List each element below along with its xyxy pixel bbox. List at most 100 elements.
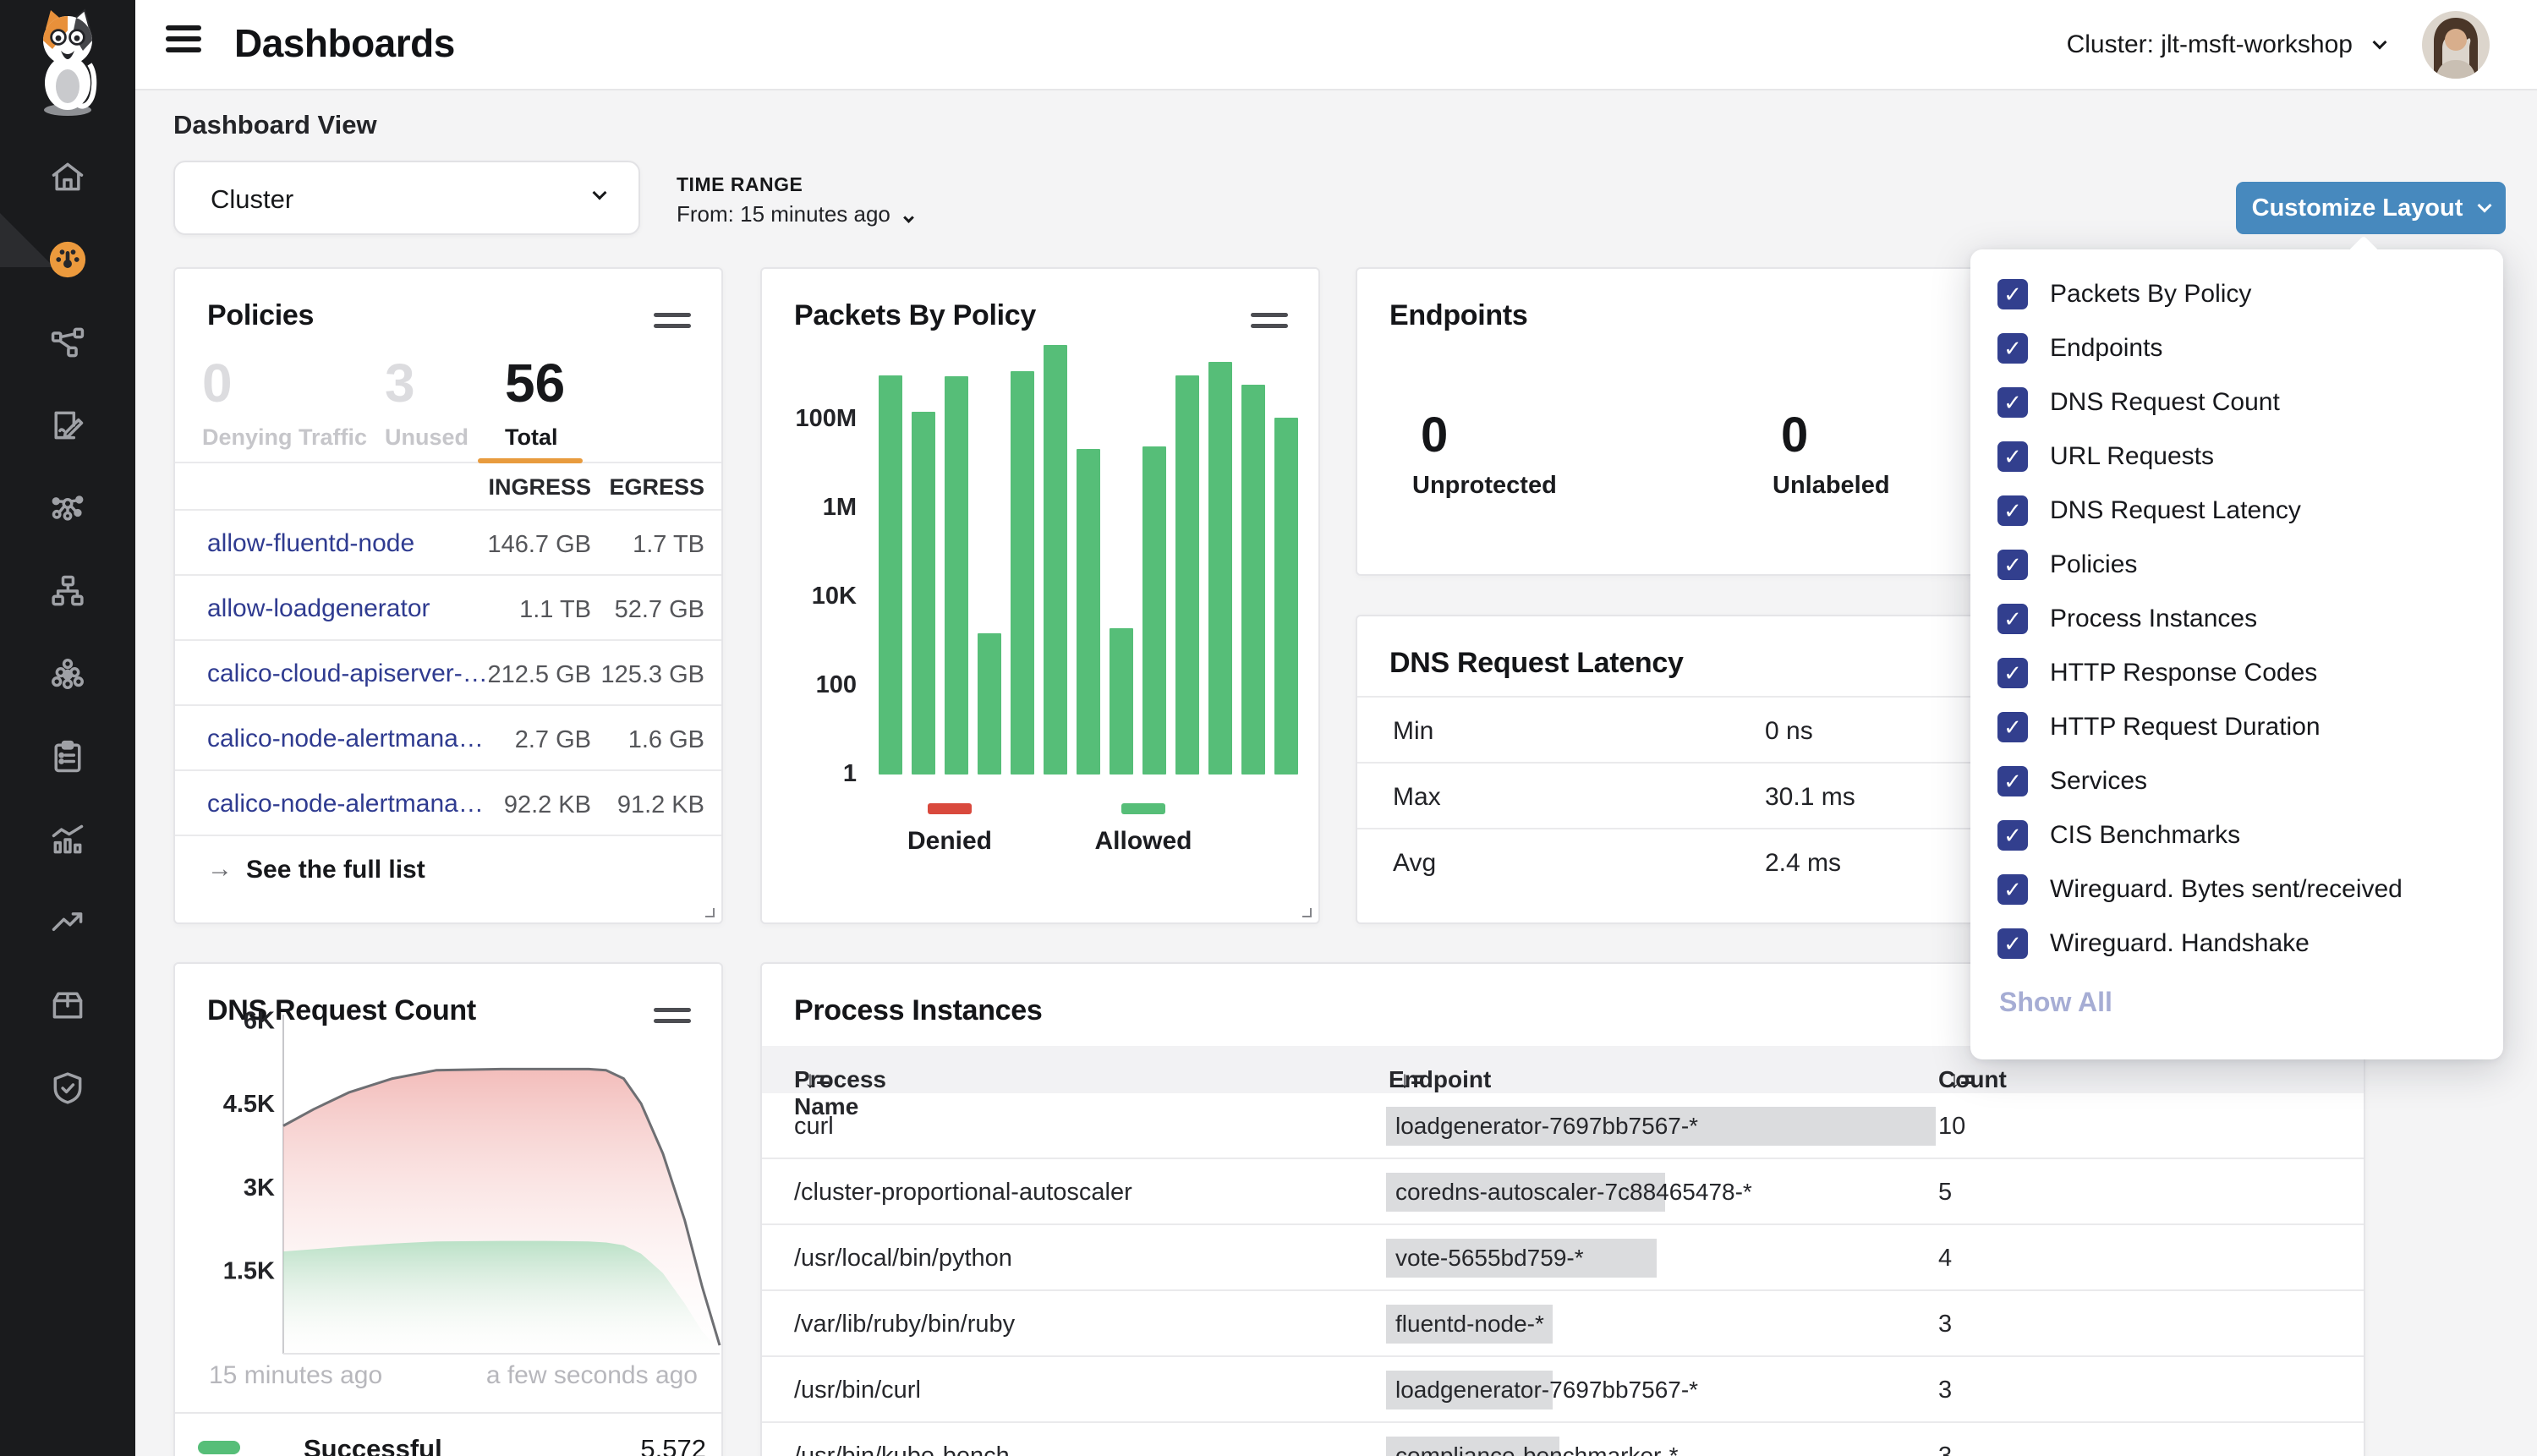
checkbox-checked-icon[interactable]: ✓ xyxy=(1997,495,2028,526)
count-cell: 10 xyxy=(1938,1113,1965,1141)
customize-menu-item-label: DNS Request Count xyxy=(2050,388,2280,417)
tiers-hierarchy-icon xyxy=(49,572,86,610)
see-full-list-link[interactable]: → See the full list xyxy=(175,835,721,900)
customize-menu-item[interactable]: ✓Services xyxy=(1970,754,2503,808)
stat-value: 56 xyxy=(505,353,565,413)
x-axis-label-end: a few seconds ago xyxy=(486,1361,698,1390)
sidebar-item-tiers[interactable] xyxy=(48,572,87,610)
arrow-right-icon: → xyxy=(207,855,233,884)
packets-bar xyxy=(1241,385,1265,775)
column-header-ingress[interactable]: INGRESS xyxy=(488,474,591,501)
stat-unprotected: 0 Unprotected xyxy=(1412,409,1557,500)
avatar-photo xyxy=(2422,11,2490,79)
sidebar-item-compliance[interactable] xyxy=(48,737,87,776)
customize-menu-item[interactable]: ✓Endpoints xyxy=(1970,321,2503,375)
resize-handle-icon[interactable] xyxy=(1296,902,1312,917)
checkbox-checked-icon[interactable]: ✓ xyxy=(1997,820,2028,851)
stat-tab-unused[interactable]: 3 Unused xyxy=(385,353,468,451)
policy-name-link[interactable]: allow-fluentd-node xyxy=(207,529,414,558)
checkbox-checked-icon[interactable]: ✓ xyxy=(1997,928,2028,959)
customize-menu-item[interactable]: ✓Policies xyxy=(1970,538,2503,592)
sidebar-item-statistics[interactable] xyxy=(48,820,87,859)
menu-hamburger-icon[interactable] xyxy=(166,25,201,59)
time-range-select[interactable]: From: 15 minutes ago xyxy=(677,201,912,227)
trend-arrow-icon xyxy=(49,904,86,941)
sidebar-item-policies[interactable] xyxy=(48,406,87,445)
latency-label: Min xyxy=(1393,717,1433,746)
packets-bar xyxy=(879,375,902,775)
policy-name-link[interactable]: calico-node-alertmana… xyxy=(207,725,484,753)
customize-menu-item[interactable]: ✓HTTP Response Codes xyxy=(1970,646,2503,700)
customize-menu-item[interactable]: ✓ DNS Request Count xyxy=(1970,375,2503,430)
policy-name-link[interactable]: calico-cloud-apiserver-… xyxy=(207,660,488,688)
checkbox-checked-icon[interactable]: ✓ xyxy=(1997,550,2028,580)
dns-legend-label: Successful xyxy=(304,1434,442,1456)
column-header-egress[interactable]: EGRESS xyxy=(609,474,704,501)
checkbox-checked-icon[interactable]: ✓ xyxy=(1997,712,2028,742)
network-molecule-icon xyxy=(49,490,86,527)
sidebar-item-manage[interactable] xyxy=(48,986,87,1025)
drag-handle-icon[interactable] xyxy=(654,313,691,335)
endpoints-cluster-icon xyxy=(49,655,86,692)
y-axis-tick-label: 1 xyxy=(762,760,857,789)
checkbox-checked-icon[interactable]: ✓ xyxy=(1997,766,2028,796)
policy-table-row: allow-fluentd-node146.7 GB1.7 TB xyxy=(175,509,721,574)
count-cell: 4 xyxy=(1938,1245,1952,1273)
customize-menu-item[interactable]: ✓Process Instances xyxy=(1970,592,2503,646)
policy-name-link[interactable]: calico-node-alertmana… xyxy=(207,790,484,818)
sidebar-item-home[interactable] xyxy=(48,157,87,196)
customize-menu-item[interactable]: ✓Wireguard. Bytes sent/received xyxy=(1970,862,2503,917)
stat-value: 0 xyxy=(1421,409,1557,462)
card-title: Policies xyxy=(207,299,314,332)
sidebar-item-dashboards[interactable] xyxy=(48,240,87,279)
policies-card: Policies 0 Denying Traffic 3 Unused 56 T… xyxy=(173,267,723,924)
dashboard-gauge-icon xyxy=(48,238,87,281)
stat-tab-denying-traffic[interactable]: 0 Denying Traffic xyxy=(202,353,367,451)
service-graph-icon xyxy=(49,324,86,361)
checkbox-checked-icon[interactable]: ✓ xyxy=(1997,279,2028,309)
latency-value: 0 ns xyxy=(1765,717,1813,746)
sidebar-item-trends[interactable] xyxy=(48,903,87,942)
user-avatar[interactable] xyxy=(2422,11,2490,79)
show-all-link[interactable]: Show All xyxy=(1999,987,2112,1018)
process-table-row: /cluster-proportional-autoscalercoredns-… xyxy=(762,1159,2364,1225)
topbar: Dashboards Cluster: jlt-msft-workshop xyxy=(135,0,2537,90)
checkbox-checked-icon[interactable]: ✓ xyxy=(1997,441,2028,472)
chevron-down-icon xyxy=(2478,199,2492,213)
count-cell: 3 xyxy=(1938,1377,1952,1404)
sidebar-item-service-graph[interactable] xyxy=(48,323,87,362)
customize-menu-item[interactable]: ✓Wireguard. Handshake xyxy=(1970,917,2503,971)
packets-bar xyxy=(978,633,1001,775)
customize-menu-item[interactable]: ✓Packets By Policy xyxy=(1970,267,2503,321)
statistics-chart-icon xyxy=(49,821,86,858)
checkbox-checked-icon[interactable]: ✓ xyxy=(1997,387,2028,418)
storage-box-icon xyxy=(49,987,86,1024)
checkbox-checked-icon[interactable]: ✓ xyxy=(1997,333,2028,364)
cluster-switcher[interactable]: Cluster: jlt-msft-workshop xyxy=(2067,30,2385,59)
sidebar-item-security[interactable] xyxy=(48,1069,87,1108)
policy-table-row: calico-cloud-apiserver-…212.5 GB125.3 GB xyxy=(175,639,721,704)
dashboard-view-select[interactable]: Cluster xyxy=(173,161,640,235)
stat-tab-total[interactable]: 56 Total xyxy=(505,353,565,451)
checkbox-checked-icon[interactable]: ✓ xyxy=(1997,604,2028,634)
customize-menu-item[interactable]: ✓CIS Benchmarks xyxy=(1970,808,2503,862)
time-range-label: TIME RANGE xyxy=(677,173,803,196)
sidebar-item-network[interactable] xyxy=(48,489,87,528)
endpoint-cell: loadgenerator-7697bb7567-* xyxy=(1395,1113,1698,1140)
process-table-row: /usr/bin/curlloadgenerator-7697bb7567-*3 xyxy=(762,1357,2364,1423)
section-label: Dashboard View xyxy=(173,110,377,140)
customize-layout-button[interactable]: Customize Layout xyxy=(2236,182,2506,234)
endpoint-cell: vote-5655bd759-* xyxy=(1395,1245,1584,1272)
checkbox-checked-icon[interactable]: ✓ xyxy=(1997,658,2028,688)
policy-name-link[interactable]: allow-loadgenerator xyxy=(207,594,430,623)
customize-menu-item[interactable]: ✓URL Requests xyxy=(1970,430,2503,484)
chevron-down-icon xyxy=(903,212,914,223)
customize-menu-item[interactable]: ✓HTTP Request Duration xyxy=(1970,700,2503,754)
customize-menu-item[interactable]: ✓DNS Request Latency xyxy=(1970,484,2503,538)
svg-text:1.5K: 1.5K xyxy=(223,1257,275,1284)
process-name-cell: /usr/bin/kube-bench xyxy=(794,1442,1010,1456)
sidebar-item-endpoints[interactable] xyxy=(48,654,87,693)
checkbox-checked-icon[interactable]: ✓ xyxy=(1997,874,2028,905)
resize-handle-icon[interactable] xyxy=(699,902,715,917)
see-full-list-label: See the full list xyxy=(246,856,425,884)
